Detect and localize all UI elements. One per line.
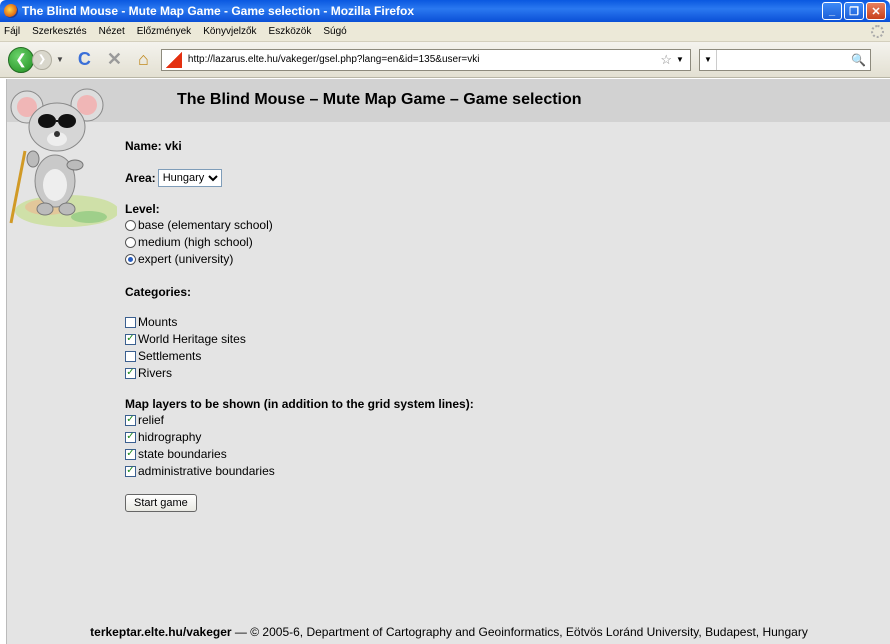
site-favicon-icon	[165, 51, 182, 68]
url-text[interactable]: http://lazarus.elte.hu/vakeger/gsel.php?…	[188, 54, 660, 65]
level-radio-medium[interactable]	[125, 236, 136, 248]
search-icon[interactable]: 🔍	[851, 53, 866, 67]
navigation-toolbar: ❮ ❯ ▼ C ✕ ⌂ http://lazarus.elte.hu/vakeg…	[0, 42, 890, 78]
area-label: Area:	[125, 171, 156, 185]
window-titlebar: The Blind Mouse - Mute Map Game - Game s…	[0, 0, 890, 22]
minimize-button[interactable]: _	[822, 2, 842, 20]
search-engine-dropdown-icon[interactable]: ▼	[700, 49, 717, 70]
category-checkbox-mounts[interactable]	[125, 316, 136, 328]
category-mounts[interactable]: Mounts	[125, 315, 177, 329]
menu-file[interactable]: Fájl	[4, 26, 20, 37]
layer-checkbox-hidrography[interactable]: ✓	[125, 431, 136, 443]
layer-checkbox-state-boundaries[interactable]: ✓	[125, 448, 136, 460]
maximize-button[interactable]: ❐	[844, 2, 864, 20]
history-dropdown-icon[interactable]: ▼	[56, 55, 64, 64]
layer-hidrography[interactable]: ✓ hidrography	[125, 430, 201, 444]
category-label: Rivers	[138, 366, 173, 380]
layer-checkbox-administrative-boundaries[interactable]: ✓	[125, 465, 136, 477]
level-option-base[interactable]: base (elementary school)	[125, 218, 273, 232]
back-button[interactable]: ❮	[8, 46, 34, 73]
search-bar[interactable]: ▼ 🔍	[698, 48, 871, 71]
footer-site-link[interactable]: terkeptar.elte.hu/vakeger	[90, 625, 231, 639]
menu-view[interactable]: Nézet	[99, 26, 125, 37]
bookmark-star-icon[interactable]: ☆	[660, 52, 672, 68]
menu-tools[interactable]: Eszközök	[269, 26, 312, 37]
url-dropdown-icon[interactable]: ▼	[676, 55, 684, 64]
level-option-label: medium (high school)	[138, 235, 253, 249]
layer-state-boundaries[interactable]: ✓ state boundaries	[125, 447, 227, 461]
close-button[interactable]: ✕	[866, 2, 886, 20]
level-label: Level:	[125, 202, 160, 216]
layer-label: hidrography	[138, 430, 202, 444]
layer-administrative-boundaries[interactable]: ✓ administrative boundaries	[125, 464, 275, 478]
start-game-button[interactable]: Start game	[125, 494, 197, 512]
menu-history[interactable]: Előzmények	[137, 26, 191, 37]
layers-label: Map layers to be shown (in addition to t…	[125, 397, 474, 411]
layer-relief[interactable]: ✓ relief	[125, 413, 164, 427]
categories-label: Categories:	[125, 285, 192, 299]
area-select[interactable]: Hungary	[157, 169, 222, 187]
category-rivers[interactable]: ✓ Rivers	[125, 366, 172, 380]
footer-text: — © 2005-6, Department of Cartography an…	[231, 625, 808, 639]
category-checkbox-rivers[interactable]: ✓	[125, 367, 136, 379]
window-title: The Blind Mouse - Mute Map Game - Game s…	[22, 4, 415, 18]
window-controls: _ ❐ ✕	[822, 2, 886, 20]
category-label: Mounts	[138, 315, 178, 329]
category-world-heritage[interactable]: ✓ World Heritage sites	[125, 332, 246, 346]
level-option-expert[interactable]: expert (university)	[125, 252, 233, 266]
player-name: Name: vki	[125, 139, 182, 153]
level-option-label: expert (university)	[138, 252, 234, 266]
page-footer: terkeptar.elte.hu/vakeger — © 2005-6, De…	[7, 625, 890, 639]
reload-icon[interactable]: C	[78, 49, 91, 70]
level-radio-base[interactable]	[125, 219, 136, 231]
category-checkbox-world-heritage[interactable]: ✓	[125, 333, 136, 345]
layer-label: administrative boundaries	[138, 464, 275, 478]
blind-mouse-logo	[9, 88, 117, 227]
firefox-icon	[4, 4, 18, 18]
menu-edit[interactable]: Szerkesztés	[32, 26, 86, 37]
level-radio-expert[interactable]	[125, 253, 136, 265]
page-content: The Blind Mouse – Mute Map Game – Game s…	[6, 79, 890, 644]
page-header: The Blind Mouse – Mute Map Game – Game s…	[7, 79, 890, 122]
start-row: Start game	[125, 494, 197, 512]
layer-checkbox-relief[interactable]: ✓	[125, 414, 136, 426]
category-checkbox-settlements[interactable]	[125, 350, 136, 362]
layer-label: relief	[138, 413, 165, 427]
category-label: Settlements	[138, 349, 202, 363]
area-row: Area: Hungary	[125, 169, 222, 187]
level-option-medium[interactable]: medium (high school)	[125, 235, 253, 249]
layer-label: state boundaries	[138, 447, 227, 461]
menu-bookmarks[interactable]: Könyvjelzők	[203, 26, 256, 37]
home-icon[interactable]: ⌂	[138, 49, 149, 70]
category-settlements[interactable]: Settlements	[125, 349, 201, 363]
category-label: World Heritage sites	[138, 332, 246, 346]
menu-bar: Fájl Szerkesztés Nézet Előzmények Könyvj…	[0, 22, 890, 42]
level-option-label: base (elementary school)	[138, 218, 273, 232]
page-title: The Blind Mouse – Mute Map Game – Game s…	[177, 91, 582, 108]
throbber-icon	[871, 25, 884, 38]
search-input[interactable]	[716, 50, 851, 69]
menu-help[interactable]: Súgó	[323, 26, 346, 37]
stop-icon[interactable]: ✕	[107, 49, 122, 70]
url-bar[interactable]: http://lazarus.elte.hu/vakeger/gsel.php?…	[160, 48, 691, 71]
forward-button[interactable]: ❯	[32, 49, 52, 70]
